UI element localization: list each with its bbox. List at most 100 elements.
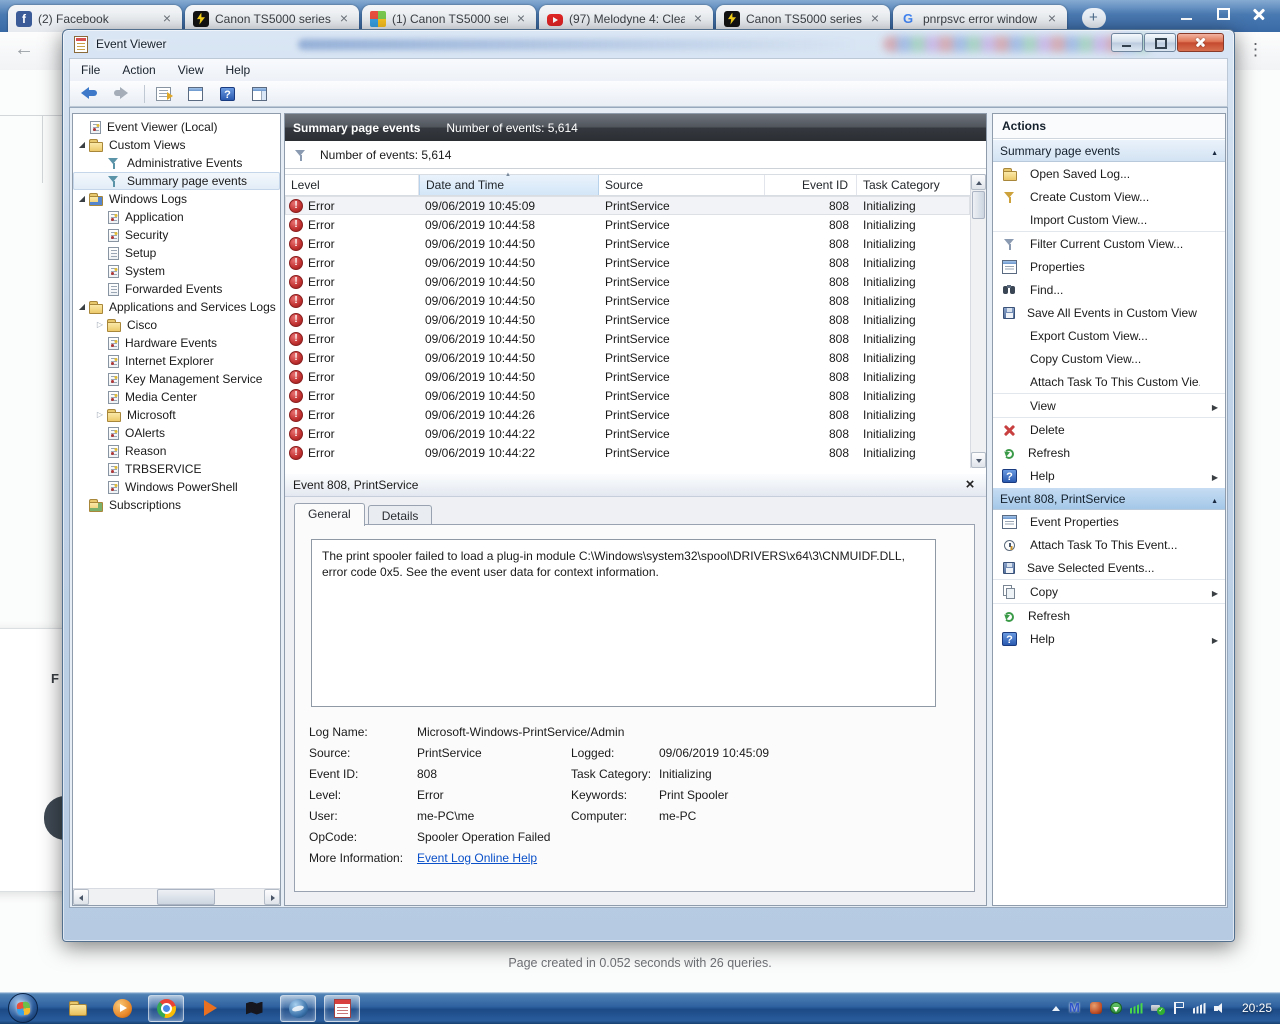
tray-show-hidden-icons[interactable] — [1051, 1004, 1061, 1012]
table-row[interactable]: Error 09/06/2019 10:44:22 PrintService 8… — [285, 424, 970, 443]
browser-tab[interactable]: (2) Facebook — [8, 5, 182, 32]
table-row[interactable]: Error 09/06/2019 10:44:22 PrintService 8… — [285, 443, 970, 462]
tray-download-manager-icon[interactable] — [1110, 1002, 1122, 1014]
show-console-tree-button[interactable] — [185, 83, 211, 105]
tray-network-icon[interactable] — [1193, 1003, 1206, 1014]
tree-item[interactable]: Windows Logs — [73, 190, 280, 208]
table-row[interactable]: Error 09/06/2019 10:44:50 PrintService 8… — [285, 310, 970, 329]
action-item[interactable]: Copy Custom View... — [993, 347, 1225, 370]
export-list-button[interactable] — [153, 83, 179, 105]
browser-tab[interactable]: (97) Melodyne 4: Clea — [539, 5, 713, 32]
column-header-source[interactable]: Source — [599, 175, 765, 195]
action-item[interactable]: Filter Current Custom View... — [993, 231, 1225, 255]
action-item[interactable]: Help — [993, 464, 1225, 487]
tree-item[interactable]: Application — [73, 208, 280, 226]
taskbar-blue-app-button[interactable] — [280, 995, 316, 1022]
browser-tab[interactable]: pnrpsvc error window — [893, 5, 1067, 32]
tray-volume-icon[interactable] — [1214, 1002, 1228, 1014]
tree-horizontal-scrollbar[interactable] — [73, 888, 280, 905]
tree-item[interactable]: Setup — [73, 244, 280, 262]
taskbar-media-app-button[interactable] — [192, 995, 228, 1022]
column-header-date[interactable]: Date and Time — [419, 175, 599, 195]
browser-minimize-button[interactable] — [1174, 4, 1200, 24]
scrollbar-thumb[interactable] — [972, 191, 985, 219]
scroll-right-icon[interactable] — [264, 889, 280, 905]
tree-item[interactable]: Custom Views — [73, 136, 280, 154]
new-tab-button[interactable] — [1082, 8, 1106, 28]
tree-expand-icon[interactable] — [76, 298, 88, 316]
action-item[interactable]: Export Custom View... — [993, 324, 1225, 347]
tree-item[interactable]: Administrative Events — [73, 154, 280, 172]
action-item[interactable]: View — [993, 393, 1225, 417]
action-item[interactable]: Attach Task To This Custom Vie... — [993, 370, 1225, 393]
table-row[interactable]: Error 09/06/2019 10:44:50 PrintService 8… — [285, 386, 970, 405]
scrollbar-thumb[interactable] — [157, 889, 215, 905]
tree-item[interactable]: Key Management Service — [73, 370, 280, 388]
taskbar-media-player-button[interactable] — [104, 995, 140, 1022]
menu-item[interactable]: View — [167, 60, 215, 81]
action-item[interactable]: Refresh — [993, 603, 1225, 627]
tree-item[interactable]: Summary page events — [73, 172, 280, 190]
tray-signal-strength-icon[interactable] — [1130, 1003, 1143, 1014]
tree-item[interactable]: Windows PowerShell — [73, 478, 280, 496]
menu-item[interactable]: Action — [111, 60, 166, 81]
tree-item[interactable]: Hardware Events — [73, 334, 280, 352]
tree-item[interactable]: Internet Explorer — [73, 352, 280, 370]
table-row[interactable]: Error 09/06/2019 10:45:09 PrintService 8… — [285, 196, 970, 215]
tray-safely-remove-hardware-icon[interactable] — [1151, 1003, 1165, 1014]
menu-item[interactable]: Help — [215, 60, 262, 81]
forward-button[interactable] — [110, 83, 136, 105]
detail-close-icon[interactable] — [962, 477, 978, 493]
title-bar[interactable]: Event Viewer — [63, 30, 1234, 58]
table-row[interactable]: Error 09/06/2019 10:44:50 PrintService 8… — [285, 367, 970, 386]
action-item[interactable]: Import Custom View... — [993, 208, 1225, 231]
tab-details[interactable]: Details — [368, 505, 433, 526]
action-item[interactable]: Delete — [993, 417, 1225, 441]
table-vertical-scrollbar[interactable] — [970, 174, 986, 468]
browser-tab[interactable]: Canon TS5000 series — [716, 5, 890, 32]
action-item[interactable]: Open Saved Log... — [993, 162, 1225, 185]
tab-general[interactable]: General — [294, 503, 365, 526]
tree-item[interactable]: Microsoft — [73, 406, 280, 424]
tree-item[interactable]: OAlerts — [73, 424, 280, 442]
taskbar-map-app-button[interactable] — [236, 995, 272, 1022]
table-row[interactable]: Error 09/06/2019 10:44:50 PrintService 8… — [285, 348, 970, 367]
table-row[interactable]: Error 09/06/2019 10:44:50 PrintService 8… — [285, 329, 970, 348]
tray-malwarebytes-icon[interactable] — [1069, 1002, 1082, 1015]
action-item[interactable]: Properties — [993, 255, 1225, 278]
scroll-left-icon[interactable] — [73, 889, 89, 905]
actions-section-header[interactable]: Summary page events — [993, 139, 1225, 162]
tree-item[interactable]: Security — [73, 226, 280, 244]
column-header-event-id[interactable]: Event ID — [765, 175, 857, 195]
tree-item[interactable]: Applications and Services Logs — [73, 298, 280, 316]
taskbar-clock[interactable]: 20:25 — [1242, 1001, 1272, 1015]
browser-tab[interactable]: Canon TS5000 series — [185, 5, 359, 32]
tree-item[interactable]: System — [73, 262, 280, 280]
tree-item[interactable]: Media Center — [73, 388, 280, 406]
tab-close-icon[interactable] — [868, 11, 882, 26]
tree-item[interactable]: TRBSERVICE — [73, 460, 280, 478]
event-log-online-help-link[interactable]: Event Log Online Help — [417, 851, 537, 865]
action-item[interactable]: Find... — [993, 278, 1225, 301]
tree-expand-icon[interactable] — [94, 316, 106, 334]
tray-app-icon-red[interactable] — [1090, 1002, 1102, 1014]
browser-close-button[interactable] — [1246, 4, 1272, 24]
tree-item[interactable]: Cisco — [73, 316, 280, 334]
tab-close-icon[interactable] — [514, 11, 528, 26]
table-row[interactable]: Error 09/06/2019 10:44:50 PrintService 8… — [285, 272, 970, 291]
table-row[interactable]: Error 09/06/2019 10:44:58 PrintService 8… — [285, 215, 970, 234]
table-row[interactable]: Error 09/06/2019 10:44:50 PrintService 8… — [285, 234, 970, 253]
action-item[interactable]: Copy — [993, 579, 1225, 603]
show-action-pane-button[interactable] — [249, 83, 275, 105]
table-row[interactable]: Error 09/06/2019 10:44:26 PrintService 8… — [285, 405, 970, 424]
tray-action-center-icon[interactable] — [1173, 1002, 1185, 1014]
tree-item[interactable]: Event Viewer (Local) — [73, 118, 280, 136]
tab-close-icon[interactable] — [160, 11, 174, 26]
action-item[interactable]: Help — [993, 627, 1225, 650]
scroll-down-icon[interactable] — [971, 452, 986, 468]
tab-close-icon[interactable] — [1045, 11, 1059, 26]
table-row[interactable]: Error 09/06/2019 10:44:50 PrintService 8… — [285, 253, 970, 272]
tree-expand-icon[interactable] — [94, 406, 106, 424]
column-header-level[interactable]: Level — [285, 175, 419, 195]
tab-close-icon[interactable] — [337, 11, 351, 26]
